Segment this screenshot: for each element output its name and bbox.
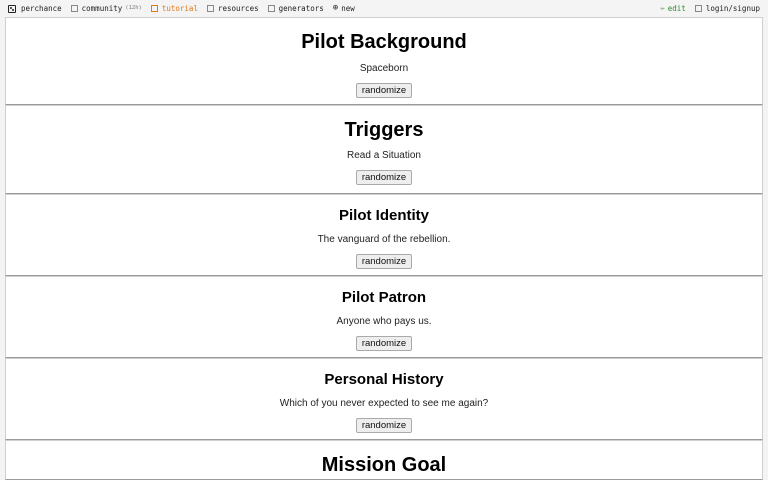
chat-icon: [70, 5, 78, 12]
section-result: Anyone who pays us.: [336, 316, 432, 327]
section-result: Spaceborn: [359, 63, 409, 74]
resources-icon: [206, 5, 214, 12]
nav-login-link[interactable]: login/signup: [694, 0, 760, 17]
section-mission-goal: Mission Goal: [5, 440, 763, 480]
top-nav-right: ✏ edit login/signup: [652, 0, 760, 17]
nav-resources-label: resources: [217, 4, 259, 13]
section-result: The vanguard of the rebellion.: [317, 234, 451, 245]
section-title: Pilot Patron: [341, 289, 427, 306]
section-title: Pilot Identity: [339, 207, 429, 224]
randomize-button[interactable]: randomize: [355, 83, 413, 98]
nav-resources-link[interactable]: resources: [206, 0, 259, 17]
randomize-button[interactable]: randomize: [355, 254, 413, 269]
section-result: Which of you never expected to see me ag…: [279, 398, 489, 409]
nav-home-label: perchance: [21, 4, 62, 13]
pencil-icon: ✏: [660, 4, 665, 12]
nav-edit-label: edit: [667, 4, 686, 13]
section-pilot-background: Pilot Background Spaceborn randomize: [5, 17, 763, 105]
section-personal-history: Personal History Which of you never expe…: [5, 358, 763, 440]
section-title: Triggers: [344, 119, 424, 141]
user-icon: [694, 5, 702, 12]
nav-new-link[interactable]: ⊕ new: [333, 0, 355, 17]
nav-tutorial-link[interactable]: tutorial: [150, 0, 198, 17]
section-result: Read a Situation: [347, 150, 421, 161]
section-title: Pilot Background: [301, 31, 467, 53]
book-icon: [150, 5, 158, 12]
community-badge: (12h): [125, 5, 142, 11]
dice-icon: [8, 4, 16, 13]
section-triggers: Triggers Read a Situation randomize: [5, 105, 763, 194]
top-nav-left: perchance community (12h) tutorial resou…: [8, 0, 364, 17]
nav-community-link[interactable]: community (12h): [70, 0, 142, 17]
generator-output: Pilot Background Spaceborn randomize Tri…: [5, 17, 763, 480]
top-nav-bar: perchance community (12h) tutorial resou…: [0, 0, 768, 17]
nav-generators-label: generators: [278, 4, 324, 13]
generators-icon: [267, 5, 275, 12]
randomize-button[interactable]: randomize: [355, 170, 413, 185]
plus-circle-icon: ⊕: [332, 3, 339, 13]
nav-community-label: community: [81, 4, 123, 13]
section-pilot-identity: Pilot Identity The vanguard of the rebel…: [5, 194, 763, 276]
nav-generators-link[interactable]: generators: [267, 0, 324, 17]
randomize-button[interactable]: randomize: [355, 336, 413, 351]
section-pilot-patron: Pilot Patron Anyone who pays us. randomi…: [5, 276, 763, 358]
nav-tutorial-label: tutorial: [161, 4, 198, 13]
nav-home-link[interactable]: perchance: [8, 0, 62, 17]
section-title: Mission Goal: [321, 454, 447, 476]
nav-login-label: login/signup: [705, 4, 760, 13]
nav-edit-link[interactable]: ✏ edit: [661, 0, 686, 17]
section-title: Personal History: [324, 371, 444, 388]
randomize-button[interactable]: randomize: [355, 418, 413, 433]
nav-new-label: new: [341, 4, 355, 13]
